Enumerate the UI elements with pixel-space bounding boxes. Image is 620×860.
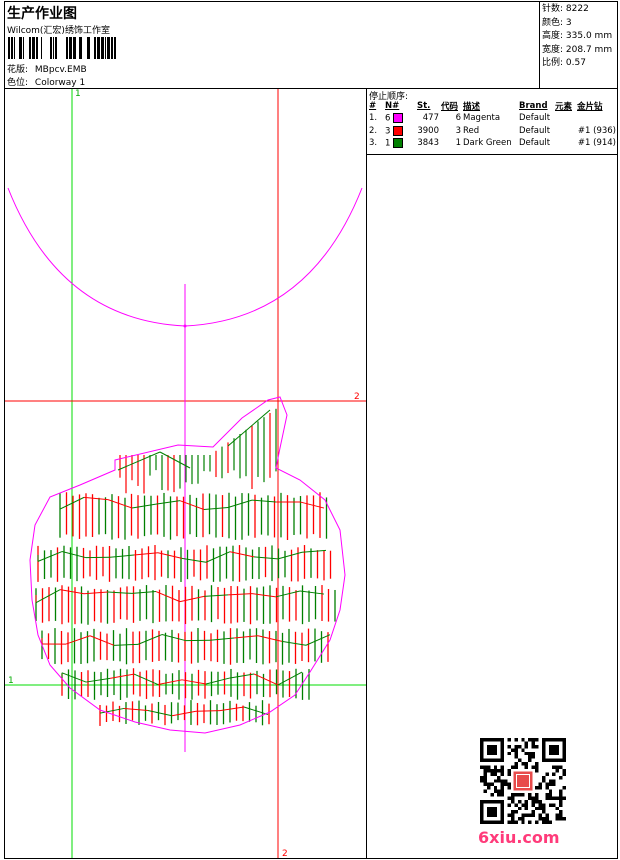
info-divider	[539, 1, 540, 89]
table-row: 1. 6 477 6 Magenta Default	[369, 113, 551, 124]
qr-code	[480, 738, 566, 824]
page-title: 生产作业图	[7, 6, 77, 22]
info-scale: 比例: 0.57	[542, 58, 586, 69]
arc-center-dot	[183, 324, 187, 328]
colorway-value: Colorway 1	[34, 78, 86, 88]
col-sequin: 金片钻	[577, 102, 603, 112]
label-green-left: 1	[8, 676, 14, 686]
design-info: 针数: 8222 颜色: 3 高度: 335.0 mm 宽度: 208.7 mm…	[542, 3, 612, 71]
stop-table-bottom	[366, 154, 618, 155]
color-swatch	[393, 138, 404, 148]
colorway-row: 色位: Colorway 1	[7, 75, 85, 88]
color-swatch	[393, 113, 404, 123]
info-height: 高度: 335.0 mm	[542, 31, 613, 42]
info-width: 宽度: 208.7 mm	[542, 44, 613, 55]
info-stitches: 针数: 8222	[542, 4, 589, 14]
company-name: Wilcom(汇宏)绣饰工作室	[7, 26, 110, 36]
col-n: N#	[385, 101, 400, 111]
color-swatch	[393, 125, 404, 136]
col-brand: Brand	[519, 101, 548, 111]
table-row: 3. 1 3843 1 Dark Green Default #1 (914)	[369, 138, 616, 149]
label-green-top: 1	[75, 89, 81, 99]
design-row: 花版: MBpcv.EMB	[7, 62, 87, 75]
barcode	[8, 37, 116, 59]
table-row: 2. 3 3900 3 Red Default #1 (936)	[369, 125, 616, 136]
info-colors: 颜色: 3	[542, 17, 572, 28]
label-red-right: 2	[354, 392, 360, 402]
col-idx: #	[369, 101, 377, 111]
col-code: 代码	[441, 102, 459, 112]
col-element: 元素	[555, 102, 573, 112]
stop-sequence-table: # N# St. 代码 描述 Brand 元素 金片钻 1. 6 477 6 M…	[368, 100, 617, 150]
label-red-bottom: 2	[282, 849, 288, 859]
watermark: 6xiu.com	[478, 828, 560, 847]
panel-divider	[366, 88, 367, 859]
design-value: MBpcv.EMB	[34, 65, 87, 75]
colorway-label: 色位:	[7, 78, 29, 88]
col-st: St.	[417, 101, 431, 111]
design-label: 花版:	[7, 65, 29, 75]
design-canvas: 1 1 2 2	[5, 89, 366, 859]
col-desc: 描述	[463, 102, 481, 112]
